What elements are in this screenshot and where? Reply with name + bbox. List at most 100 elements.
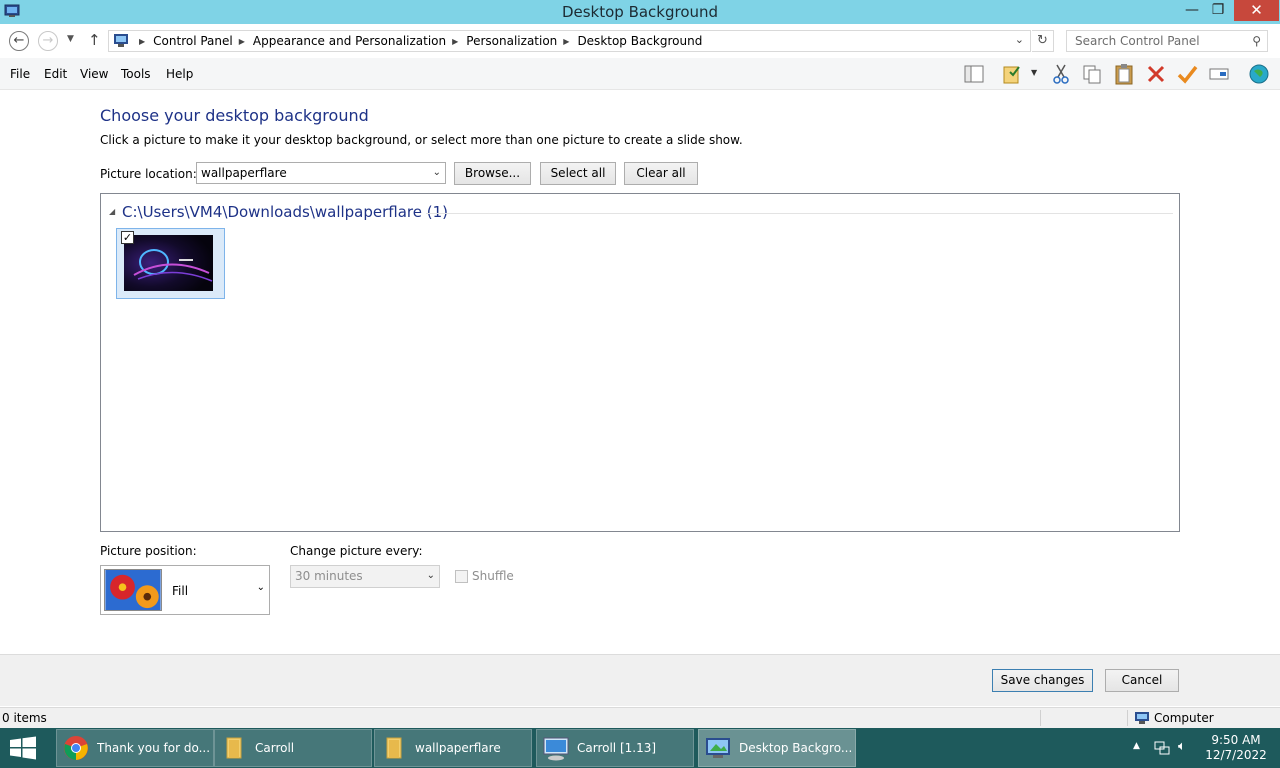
address-dropdown-icon[interactable]: ⌄ xyxy=(1015,33,1024,46)
page-description: Click a picture to make it your desktop … xyxy=(100,133,743,147)
item-count: 0 items xyxy=(2,711,47,725)
save-changes-button[interactable]: Save changes xyxy=(992,669,1093,692)
browse-button[interactable]: Browse... xyxy=(454,162,531,185)
taskbar-item-label: Carroll xyxy=(255,741,295,755)
breadcrumb-personalization[interactable]: Personalization xyxy=(466,34,557,48)
show-hidden-icons-icon[interactable]: ▲ xyxy=(1133,741,1140,751)
maximize-button[interactable]: ❐ xyxy=(1204,0,1232,21)
change-interval-select: 30 minutes ⌄ xyxy=(290,565,440,588)
taskbar-item-label: Thank you for do... xyxy=(97,741,209,755)
breadcrumb-desktop-background[interactable]: Desktop Background xyxy=(577,34,702,48)
address-bar[interactable]: ▶ Control Panel ▶ Appearance and Persona… xyxy=(108,30,1031,52)
network-icon[interactable] xyxy=(1154,740,1170,756)
menu-bar: File Edit View Tools Help ▼ xyxy=(0,58,1280,90)
menu-view[interactable]: View xyxy=(80,67,108,81)
status-bar: 0 items Computer xyxy=(0,707,1280,728)
remote-desktop-icon xyxy=(543,737,569,761)
cut-icon[interactable] xyxy=(1050,63,1072,85)
folder-icon xyxy=(226,737,242,759)
picture-gallery[interactable]: ◢ C:\Users\VM4\Downloads\wallpaperflare … xyxy=(100,193,1180,532)
picture-position-value: Fill xyxy=(172,584,189,598)
menu-edit[interactable]: Edit xyxy=(44,67,67,81)
copy-icon[interactable] xyxy=(1081,63,1103,85)
minimize-button[interactable]: — xyxy=(1178,0,1206,21)
windows-start-icon[interactable] xyxy=(8,736,38,760)
clock-time: 9:50 AM xyxy=(1211,733,1261,747)
delete-icon[interactable] xyxy=(1145,63,1167,85)
breadcrumb-separator-icon[interactable]: ▶ xyxy=(452,37,458,46)
taskbar-item-chrome[interactable]: Thank you for do... xyxy=(56,729,214,767)
breadcrumb-control-panel[interactable]: Control Panel xyxy=(153,34,233,48)
system-clock[interactable]: 9:50 AM 12/7/2022 xyxy=(1196,733,1276,763)
status-divider xyxy=(1040,710,1041,726)
rename-icon[interactable] xyxy=(1208,63,1230,85)
clock-date: 12/7/2022 xyxy=(1205,748,1267,762)
breadcrumb-separator-icon: ▶ xyxy=(139,36,146,46)
shuffle-label: Shuffle xyxy=(472,569,514,583)
picture-location-select[interactable]: wallpaperflare ⌄ xyxy=(196,162,446,184)
properties-dropdown-icon[interactable]: ▼ xyxy=(1031,68,1037,77)
taskbar-item-label: wallpaperflare xyxy=(415,741,501,755)
taskbar-item-label: Desktop Backgro... xyxy=(739,741,851,755)
breadcrumb-separator-icon[interactable]: ▶ xyxy=(563,37,569,46)
title-bar: Desktop Background — ❐ ✕ xyxy=(0,0,1280,24)
layout-icon[interactable] xyxy=(963,63,985,85)
folder-icon xyxy=(386,737,402,759)
group-divider xyxy=(426,213,1173,214)
breadcrumb-appearance[interactable]: Appearance and Personalization xyxy=(253,34,446,48)
chevron-down-icon: ⌄ xyxy=(256,582,265,593)
breadcrumb: ▶ Control Panel ▶ Appearance and Persona… xyxy=(133,34,702,48)
taskbar-item-desktop-background[interactable]: Desktop Backgro... xyxy=(698,729,856,767)
dialog-footer: Save changes Cancel xyxy=(0,654,1280,706)
collapse-triangle-icon[interactable]: ◢ xyxy=(109,207,115,216)
picture-position-label: Picture position: xyxy=(100,544,197,558)
taskbar-item-remote-desktop[interactable]: Carroll [1.13] xyxy=(536,729,694,767)
taskbar-item-carroll-folder[interactable]: Carroll xyxy=(214,729,372,767)
back-button[interactable]: ← xyxy=(9,31,29,51)
picture-position-select[interactable]: Fill ⌄ xyxy=(100,565,270,615)
check-icon[interactable] xyxy=(1176,63,1198,85)
change-picture-label: Change picture every: xyxy=(290,544,423,558)
status-divider xyxy=(1127,710,1128,726)
search-box[interactable]: ⚲ xyxy=(1066,30,1268,52)
taskbar: Thank you for do... Carroll wallpaperfla… xyxy=(0,728,1280,768)
chevron-down-icon: ⌄ xyxy=(432,167,441,178)
wallpaper-thumbnail[interactable]: ✓ xyxy=(116,228,225,299)
main-content: Choose your desktop background Click a p… xyxy=(0,91,1280,653)
select-all-button[interactable]: Select all xyxy=(540,162,616,185)
up-arrow-icon[interactable]: ↑ xyxy=(88,31,101,49)
search-input[interactable] xyxy=(1067,31,1237,51)
computer-label: Computer xyxy=(1154,711,1214,725)
chevron-down-icon: ⌄ xyxy=(426,570,435,581)
taskbar-item-wallpaperflare-folder[interactable]: wallpaperflare xyxy=(374,729,532,767)
recent-pages-dropdown-icon[interactable]: ▼ xyxy=(67,34,74,44)
picture-location-value: wallpaperflare xyxy=(201,166,287,180)
close-button[interactable]: ✕ xyxy=(1234,0,1279,21)
clear-all-button[interactable]: Clear all xyxy=(624,162,698,185)
wallpaper-checkbox[interactable]: ✓ xyxy=(121,231,134,244)
search-icon[interactable]: ⚲ xyxy=(1252,34,1261,48)
paste-icon[interactable] xyxy=(1113,63,1135,85)
change-interval-value: 30 minutes xyxy=(295,569,363,583)
taskbar-item-label: Carroll [1.13] xyxy=(577,741,657,755)
flower-preview-icon xyxy=(104,569,162,611)
control-panel-icon xyxy=(706,738,730,758)
menu-file[interactable]: File xyxy=(10,67,30,81)
forward-button[interactable]: → xyxy=(38,31,58,51)
group-header[interactable]: C:\Users\VM4\Downloads\wallpaperflare (1… xyxy=(122,203,448,221)
menu-help[interactable]: Help xyxy=(166,67,193,81)
chrome-icon xyxy=(64,736,88,760)
cancel-button[interactable]: Cancel xyxy=(1105,669,1179,692)
navigation-bar: ← → ▼ ↑ ▶ Control Panel ▶ Appearance and… xyxy=(0,26,1280,56)
refresh-button[interactable]: ↻ xyxy=(1032,30,1054,52)
shuffle-checkbox xyxy=(455,569,468,583)
properties-icon[interactable] xyxy=(1002,63,1024,85)
shuffle-option: Shuffle xyxy=(455,569,514,583)
globe-icon[interactable] xyxy=(1248,63,1270,85)
menu-tools[interactable]: Tools xyxy=(121,67,151,81)
control-panel-icon xyxy=(114,34,128,47)
page-title: Choose your desktop background xyxy=(100,106,369,125)
breadcrumb-separator-icon[interactable]: ▶ xyxy=(239,37,245,46)
computer-icon xyxy=(1135,712,1149,724)
volume-icon[interactable]: 🔈︎ xyxy=(1178,739,1186,754)
